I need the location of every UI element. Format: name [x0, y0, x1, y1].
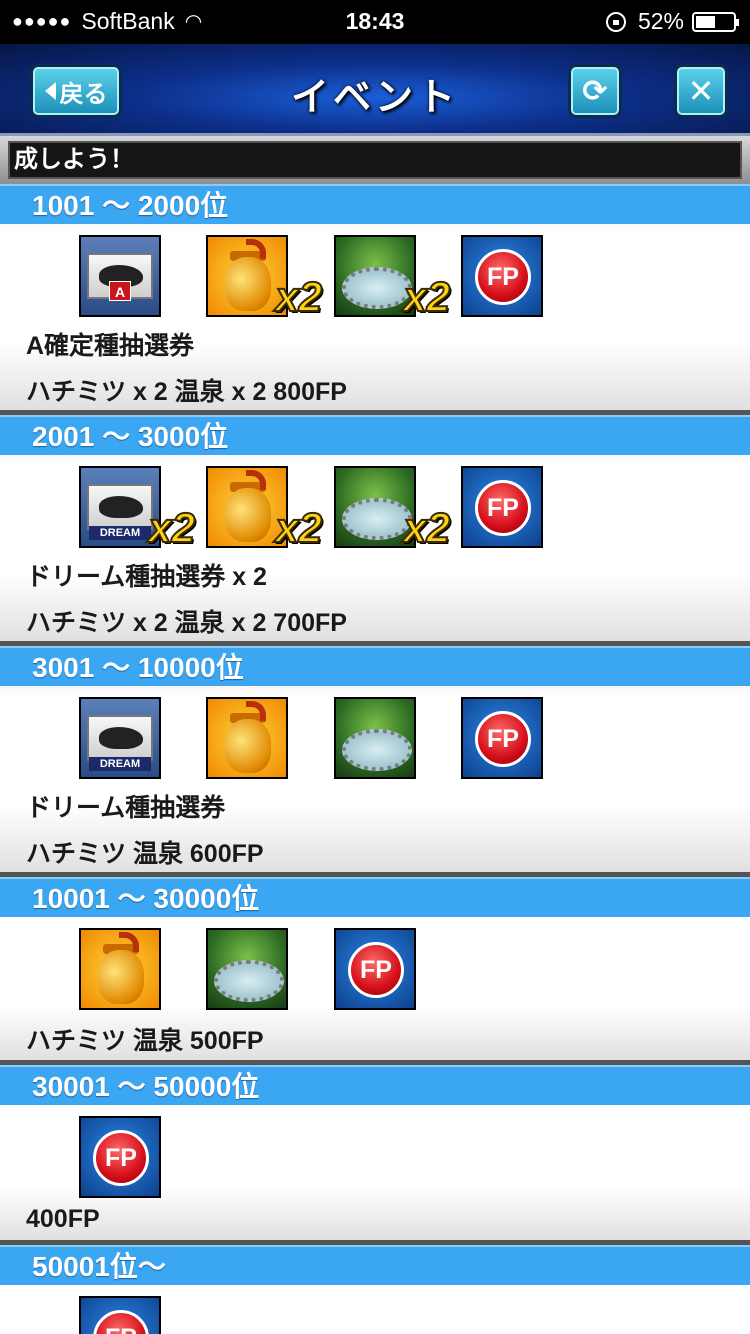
reward-icons: DREAM x2 x2 x2 FP [0, 455, 750, 552]
reward-icons: DREAM FP [0, 686, 750, 779]
reward-description: A確定種抽選券 [26, 332, 195, 360]
news-ticker: 成しよう！ [0, 136, 750, 184]
rank-range: 10001 〜 30000位 [0, 877, 750, 917]
app-header: 戻る イベント ⟳ ✕ [0, 44, 750, 136]
close-icon: ✕ [687, 73, 715, 109]
rank-reward-item: 50001位〜 FP [0, 1245, 750, 1334]
rank-reward-item: 2001 〜 3000位 DREAM x2 x2 x2 FP ドリーム種抽選券 … [0, 415, 750, 641]
rank-range: 2001 〜 3000位 [0, 415, 750, 455]
quantity-badge: x2 [274, 503, 323, 552]
page-title: イベント [290, 77, 459, 119]
honey-icon [206, 697, 288, 779]
reward-icons: FP [0, 917, 750, 1010]
reward-description: ハチミツ x 2 温泉 x 2 700FP [26, 609, 347, 637]
reward-description: ハチミツ 温泉 600FP [26, 840, 264, 868]
reward-description: ハチミツ 温泉 500FP [26, 1027, 264, 1055]
honey-icon [79, 928, 161, 1010]
rank-reward-item: 1001 〜 2000位 A x2 x2 FP A確定種抽選券 ハチミツ x 2… [0, 184, 750, 410]
reward-description: ドリーム種抽選券 [26, 794, 226, 822]
fp-icon: FP [461, 466, 543, 548]
honey-icon: x2 [206, 466, 323, 552]
fp-icon: FP [461, 697, 543, 779]
rank-reward-item: 10001 〜 30000位 FP ハチミツ 温泉 500FP [0, 877, 750, 1060]
battery-percent: 52% [637, 8, 684, 34]
reward-icons: FP [0, 1105, 750, 1198]
rank-range: 50001位〜 [0, 1245, 750, 1285]
fp-icon: FP [79, 1296, 161, 1334]
reward-description: ドリーム種抽選券 x 2 [26, 563, 267, 591]
quantity-badge: x2 [274, 272, 323, 321]
reload-button[interactable]: ⟳ [568, 64, 622, 118]
fp-icon: FP [79, 1116, 161, 1198]
hot-spring-icon: x2 [334, 466, 451, 552]
status-bar: ●●●●● SoftBank ◠ 18:43 52% [0, 0, 750, 44]
close-button[interactable]: ✕ [674, 64, 728, 118]
rank-range: 1001 〜 2000位 [0, 184, 750, 224]
fp-icon: FP [334, 928, 416, 1010]
quantity-badge: x2 [402, 503, 451, 552]
fp-icon: FP [461, 235, 543, 317]
quantity-badge: x2 [402, 272, 451, 321]
ticker-text: 成しよう！ [8, 141, 742, 179]
dream-ticket-icon: DREAM x2 [79, 466, 196, 552]
rank-range: 30001 〜 50000位 [0, 1065, 750, 1105]
a-ticket-icon: A [79, 235, 161, 317]
rank-reward-item: 3001 〜 10000位 DREAM FP ドリーム種抽選券 ハチミツ 温泉 … [0, 646, 750, 872]
rank-range: 3001 〜 10000位 [0, 646, 750, 686]
reload-icon: ⟳ [582, 74, 608, 108]
reward-description: ハチミツ x 2 温泉 x 2 800FP [26, 378, 347, 406]
quantity-badge: x2 [147, 503, 196, 552]
hot-spring-icon [334, 697, 416, 779]
honey-icon: x2 [206, 235, 323, 321]
reward-list[interactable]: 1001 〜 2000位 A x2 x2 FP A確定種抽選券 ハチミツ x 2… [0, 184, 750, 1334]
rank-reward-item: 30001 〜 50000位 FP 400FP [0, 1065, 750, 1240]
reward-description: 400FP [26, 1205, 100, 1233]
reward-icons: FP [0, 1285, 750, 1334]
dream-ticket-icon: DREAM [79, 697, 161, 779]
hot-spring-icon: x2 [334, 235, 451, 321]
reward-icons: A x2 x2 FP [0, 224, 750, 321]
rotation-lock-icon [605, 11, 626, 32]
battery-icon [692, 11, 739, 32]
hot-spring-icon [206, 928, 288, 1010]
